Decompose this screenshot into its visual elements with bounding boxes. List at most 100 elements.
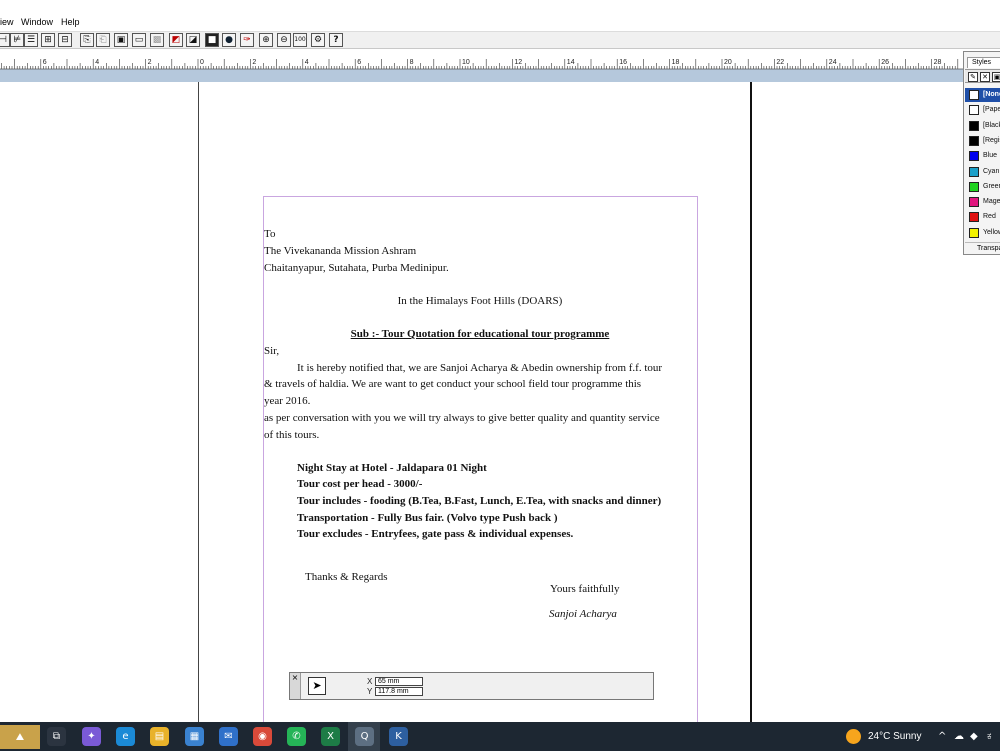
settings-icon[interactable]: ⚙ <box>311 33 325 47</box>
palette-tools: ✎ ✕ ▣ <box>965 69 1000 83</box>
ruler-label: 12 <box>514 59 522 66</box>
acrobat-icon[interactable]: ✑ <box>240 33 254 47</box>
page-right-edge <box>750 82 752 722</box>
color-swatch <box>969 212 979 223</box>
color-name: [Black] <box>983 121 1000 129</box>
letter-subject: Sub :- Tour Quotation for educational to… <box>350 328 610 340</box>
tool-button-4-icon[interactable]: ⊞ <box>41 33 55 47</box>
color-row[interactable]: Green <box>965 180 1000 194</box>
store-icon[interactable]: ▦ <box>185 727 204 746</box>
pencil-icon[interactable]: ✎ <box>968 72 978 82</box>
color-row[interactable]: Cyan <box>965 165 1000 179</box>
color-row[interactable]: Magenta <box>965 195 1000 209</box>
help-icon[interactable]: ? <box>329 33 343 47</box>
picture-tool-icon[interactable]: ◩ <box>169 33 183 47</box>
file-explorer-icon[interactable]: ▤ <box>150 727 169 746</box>
zoom-out-icon[interactable]: ⊖ <box>277 33 291 47</box>
whatsapp-icon[interactable]: ✆ <box>287 727 306 746</box>
tool-button-3-icon[interactable]: ☰ <box>24 33 38 47</box>
ruler-label: 16 <box>619 59 627 66</box>
measurements-close-button[interactable]: × <box>290 673 301 699</box>
letter-tagline: In the Himalays Foot Hills (DOARS) <box>397 295 563 307</box>
tool-button-5-icon[interactable]: ⊟ <box>58 33 72 47</box>
widgets-landscape-icon[interactable]: ⛰ <box>0 725 40 749</box>
tool-button-2-icon[interactable]: ⊭ <box>10 33 24 47</box>
y-position-field[interactable]: 117.8 mm <box>375 687 423 696</box>
color-row[interactable]: Yellow <box>965 226 1000 240</box>
letter-body-line-5: of this tours. <box>264 429 320 441</box>
edge-icon[interactable]: e <box>116 727 135 746</box>
horizontal-ruler[interactable]: 6 4 2 0 2 4 6 8 10 12 14 16 18 20 22 24 26 28 <box>0 52 965 82</box>
task-view-icon[interactable]: ⧉ <box>47 727 66 746</box>
color-swatch <box>969 120 979 131</box>
x-label: X <box>367 677 373 686</box>
no-color-icon[interactable]: ✕ <box>980 72 990 82</box>
color-swatch <box>969 135 979 146</box>
paste-page-icon[interactable]: ⎗ <box>96 33 110 47</box>
letter-thanks: Thanks & Regards <box>305 571 388 583</box>
copy-page-icon[interactable]: ⎘ <box>80 33 94 47</box>
color-swatch <box>969 90 979 100</box>
tray-language-icon[interactable]: ಕ <box>987 731 992 742</box>
color-name: Green <box>983 182 1000 190</box>
color-name: Blue <box>983 152 998 160</box>
color-row[interactable]: Blue <box>965 149 1000 163</box>
ruler-label: 10 <box>462 59 470 66</box>
color-name: Red <box>983 213 996 221</box>
copilot-icon[interactable]: ✦ <box>82 727 101 746</box>
styles-tab[interactable]: Styles <box>967 57 1000 68</box>
color-name: Cyan <box>983 167 1000 175</box>
color-row[interactable]: [Registration] <box>965 134 1000 148</box>
color-name: [None] <box>983 91 1000 98</box>
color-row[interactable]: [None] <box>965 88 1000 102</box>
master-page-icon[interactable]: ▭ <box>132 33 146 47</box>
transparent-option[interactable]: Transparent <box>965 242 1000 254</box>
tour-detail-hotel: Night Stay at Hotel - Jaldapara 01 Night <box>297 462 487 474</box>
page-left-edge <box>198 82 199 722</box>
color-row[interactable]: Red <box>965 210 1000 224</box>
color-name: Magenta <box>983 198 1000 206</box>
tray-cloud-icon[interactable]: ☁ <box>954 731 964 742</box>
menu-view[interactable]: iew <box>0 17 14 27</box>
actual-size-icon[interactable]: 100 <box>293 33 307 47</box>
chrome-icon[interactable]: ◉ <box>253 727 272 746</box>
globe-icon[interactable]: ● <box>222 33 236 47</box>
letter-body-line-2: & travels of haldia. We are want to get … <box>264 378 642 390</box>
menu-help[interactable]: Help <box>61 17 80 27</box>
ruler-label: 6 <box>43 59 47 66</box>
color-row[interactable]: [Paper] <box>965 103 1000 117</box>
tray-network-icon[interactable]: ◆ <box>970 731 978 742</box>
item-tool-icon[interactable]: ➤ <box>308 677 326 695</box>
color-name: Yellow <box>983 228 1000 236</box>
page-layout-icon[interactable]: ▣ <box>114 33 128 47</box>
letter-closing: Yours faithfully <box>550 583 620 595</box>
tray-chevron-icon[interactable]: ^ <box>938 731 946 742</box>
weather-sun-icon[interactable] <box>846 729 861 744</box>
preview-icon[interactable]: ▩ <box>150 33 164 47</box>
color-swatch <box>969 181 979 192</box>
menu-window[interactable]: Window <box>21 17 53 27</box>
tour-detail-cost: Tour cost per head - 3000/- <box>297 478 423 490</box>
ruler-label: 20 <box>724 59 732 66</box>
weather-text[interactable]: 24°C Sunny <box>868 731 921 742</box>
letter-address: Chaitanyapur, Sutahata, Purba Medinipur. <box>264 262 449 274</box>
color-swatch <box>969 151 979 162</box>
ruler-label: 22 <box>776 59 784 66</box>
ruler-label: 8 <box>410 59 414 66</box>
x-position-field[interactable]: 65 mm <box>375 677 423 686</box>
ruler-label: 4 <box>95 59 99 66</box>
ruler-label: 4 <box>305 59 309 66</box>
app-k-icon[interactable]: K <box>389 727 408 746</box>
tool-button-1-icon[interactable]: ⊣ <box>0 33 10 47</box>
color-swatch <box>969 227 979 238</box>
excel-icon[interactable]: X <box>321 727 340 746</box>
color-row[interactable]: [Black] <box>965 119 1000 133</box>
pdf-export-icon[interactable]: ■ <box>205 33 219 47</box>
frame-color-icon[interactable]: ▣ <box>992 72 1000 82</box>
ruler-label: 2 <box>252 59 256 66</box>
zoom-in-icon[interactable]: ⊕ <box>259 33 273 47</box>
mail-icon[interactable]: ✉ <box>219 727 238 746</box>
quarkxpress-icon[interactable]: Q <box>355 727 374 746</box>
tour-detail-transport: Transportation - Fully Bus fair. (Volvo … <box>297 512 558 524</box>
image-effect-icon[interactable]: ◪ <box>186 33 200 47</box>
